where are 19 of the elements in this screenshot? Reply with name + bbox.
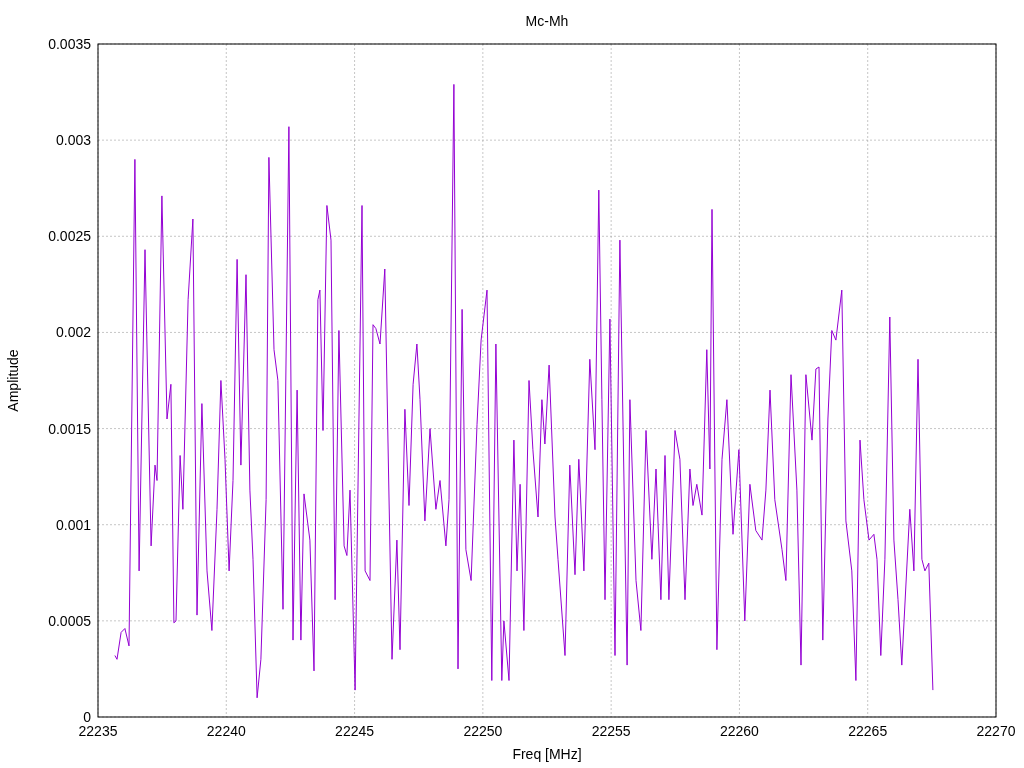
y-tick-label: 0.0005 xyxy=(48,612,91,629)
y-tick-label: 0.003 xyxy=(55,132,91,149)
x-tick-label: 22270 xyxy=(976,723,1016,739)
y-tick-label: 0 xyxy=(83,709,91,725)
x-axis-label: Freq [MHz] xyxy=(512,746,582,762)
x-tick-label: 22235 xyxy=(78,723,118,739)
y-axis-label: Amplitude xyxy=(5,349,21,412)
y-tick-label: 0.002 xyxy=(55,324,91,341)
y-tick-label: 0.0035 xyxy=(48,36,91,52)
x-tick-label: 22255 xyxy=(591,723,631,739)
x-tick-label: 22240 xyxy=(206,723,246,739)
x-tick-label: 22250 xyxy=(463,723,503,739)
y-tick-label: 0.0025 xyxy=(48,228,91,245)
y-tick-label: 0.001 xyxy=(55,516,91,533)
x-tick-label: 22265 xyxy=(848,723,888,739)
chart-title: Mc-Mh xyxy=(525,13,569,29)
x-tick-label: 22260 xyxy=(719,723,759,739)
x-tick-label: 22245 xyxy=(335,723,375,739)
y-tick-label: 0.0015 xyxy=(48,420,91,437)
